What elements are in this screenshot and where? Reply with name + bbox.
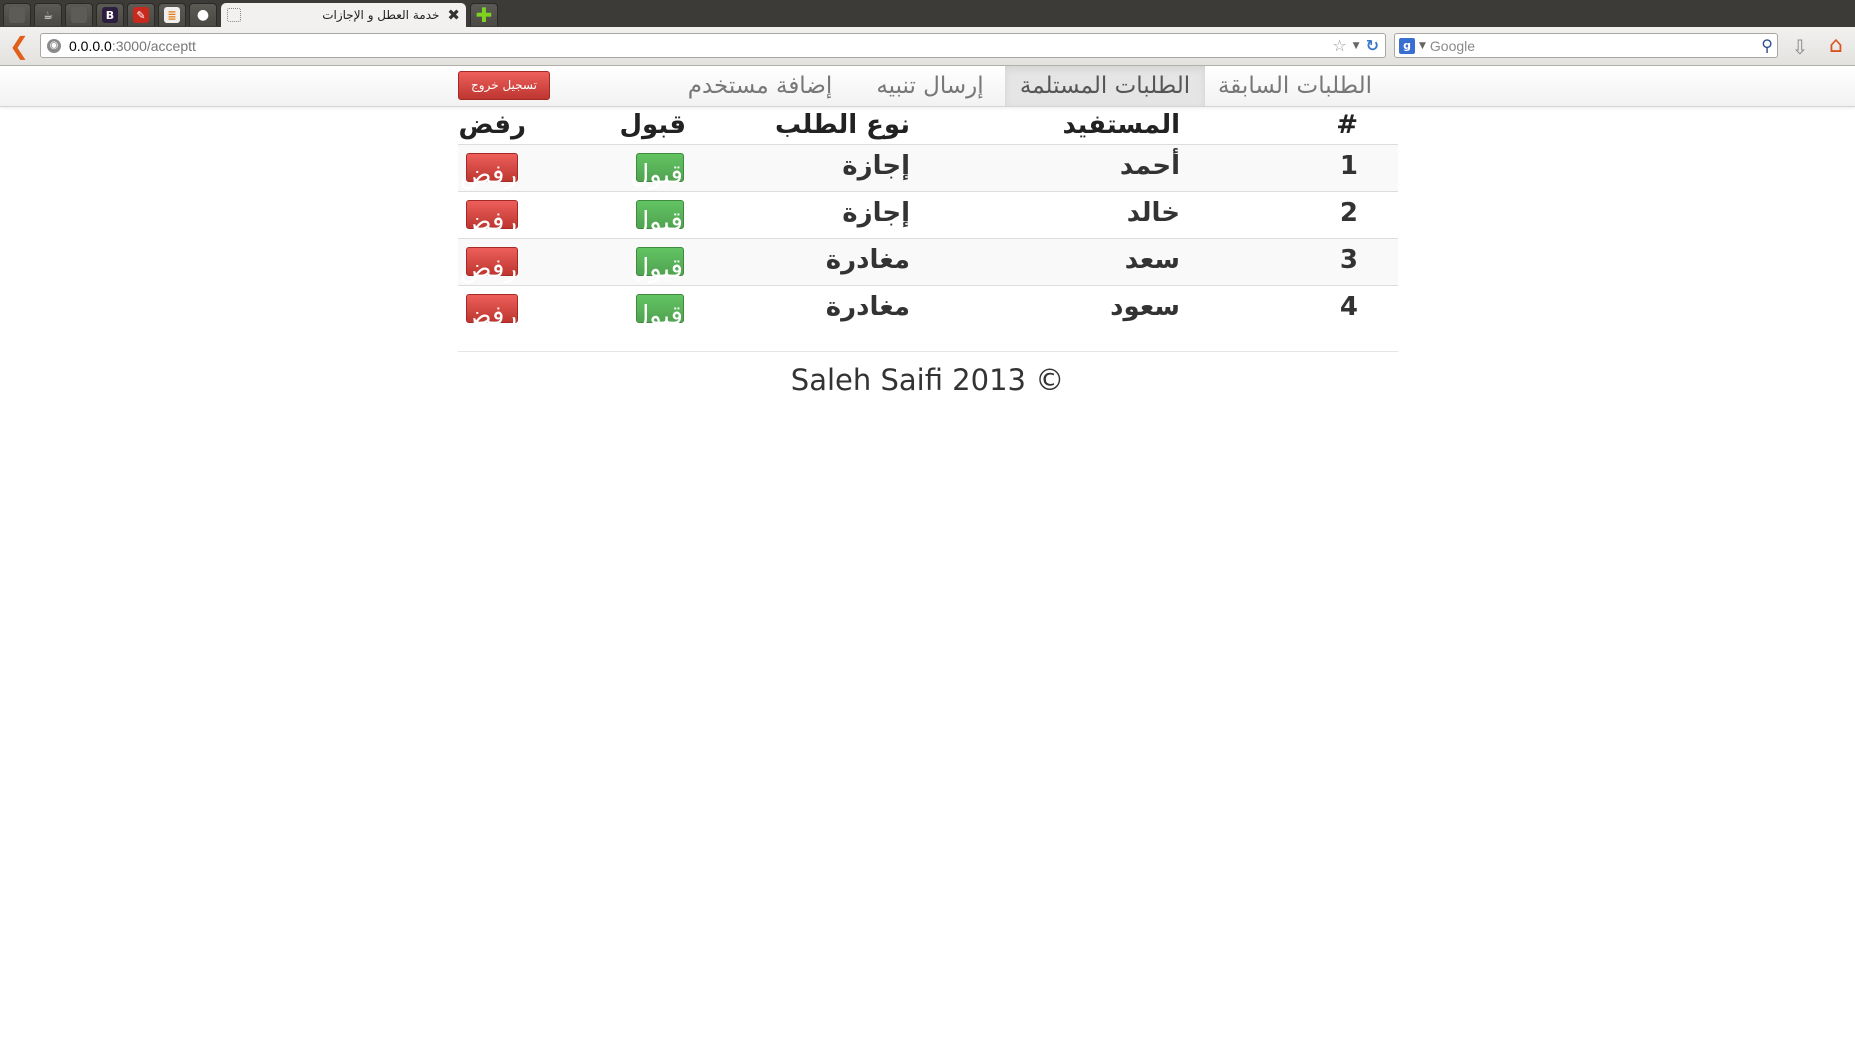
column-header-beneficiary: المستفيد (1062, 110, 1180, 140)
request-type: إجازة (842, 198, 910, 228)
reload-icon[interactable]: ↻ (1366, 36, 1379, 55)
request-type: مغادرة (825, 245, 910, 275)
table-row: 1 أحمد إجازة قبول رفض (458, 144, 1398, 191)
reject-button[interactable]: رفض (460, 200, 518, 237)
chevron-down-icon[interactable]: ▼ (1353, 41, 1360, 51)
browser-toolbar: ❮ ◉ 0.0.0.0:3000/acceptt ☆ ▼ ↻ g ▼ Googl… (0, 27, 1855, 66)
active-tab[interactable]: خدمة العطل و الإجازات ✖ (221, 3, 466, 27)
table-header-row: # المستفيد نوع الطلب قبول رفض (458, 107, 1398, 144)
download-icon[interactable]: ⇩ (1790, 35, 1810, 59)
column-header-accept: قبول (619, 110, 687, 140)
logout-button[interactable]: تسجيل خروج (458, 71, 550, 100)
table-row: 4 سعود مغادرة قبول رفض (458, 285, 1398, 332)
request-type: مغادرة (825, 292, 910, 322)
page-favicon-icon (227, 8, 241, 22)
back-arrow-icon[interactable]: ❮ (6, 32, 32, 60)
home-icon[interactable]: ⌂ (1823, 33, 1849, 59)
accept-button[interactable]: قبول (630, 247, 684, 284)
beneficiary-name: سعود (1110, 292, 1180, 322)
pinned-tab-6[interactable]: ≣ (158, 3, 186, 26)
row-number: 2 (1339, 198, 1358, 228)
rails-icon: ✎ (133, 7, 149, 23)
coffee-icon: ☕ (43, 8, 53, 22)
accept-button[interactable]: قبول (630, 153, 684, 190)
nav-item-received-requests[interactable]: الطلبات المستلمة (1005, 66, 1205, 106)
accept-button[interactable]: قبول (630, 200, 684, 237)
request-type: إجازة (842, 151, 910, 181)
nav-item-send-alert[interactable]: إرسال تنبيه (855, 66, 1005, 106)
browser-tab-strip: ☕ B ✎ ≣ ● خدمة العطل و الإجازات ✖ ✚ (0, 0, 1855, 27)
reject-button[interactable]: رفض (460, 247, 518, 284)
bookmark-star-icon[interactable]: ☆ (1332, 36, 1346, 55)
reject-button[interactable]: رفض (460, 153, 518, 190)
pinned-tab-3[interactable] (65, 3, 93, 26)
beneficiary-name: سعد (1124, 245, 1180, 275)
close-icon[interactable]: ✖ (447, 7, 460, 23)
reject-button[interactable]: رفض (460, 294, 518, 331)
pinned-tab-2[interactable]: ☕ (34, 3, 62, 26)
beneficiary-name: خالد (1126, 198, 1180, 228)
pinned-tab-1[interactable] (3, 3, 31, 26)
pinned-tab-7[interactable]: ● (189, 3, 217, 26)
nav-item-add-user[interactable]: إضافة مستخدم (665, 66, 855, 106)
pinned-tab-4[interactable]: B (96, 3, 124, 26)
url-text[interactable]: 0.0.0.0:3000/acceptt (69, 38, 1332, 54)
footer-divider (458, 351, 1398, 352)
beneficiary-name: أحمد (1119, 151, 1180, 181)
globe-icon: ◉ (47, 38, 61, 53)
google-icon[interactable]: g (1399, 37, 1415, 54)
search-input[interactable]: Google (1430, 38, 1761, 54)
column-header-type: نوع الطلب (774, 110, 910, 140)
nav-item-previous-requests[interactable]: الطلبات السابقة (1205, 66, 1385, 106)
new-tab-button[interactable]: ✚ (470, 3, 498, 26)
search-bar[interactable]: g ▼ Google ⚲ (1394, 33, 1778, 58)
stack-icon: ≣ (164, 7, 180, 23)
url-host: 0.0.0.0 (69, 37, 112, 54)
accept-button[interactable]: قبول (630, 294, 684, 331)
search-icon[interactable]: ⚲ (1761, 36, 1773, 55)
column-header-reject: رفض (458, 110, 526, 140)
address-bar[interactable]: ◉ 0.0.0.0:3000/acceptt ☆ ▼ ↻ (40, 33, 1386, 58)
blank-tab-icon (71, 7, 87, 23)
github-icon: ● (196, 7, 210, 23)
requests-table: # المستفيد نوع الطلب قبول رفض 1 أحمد إجا… (458, 107, 1398, 332)
plus-icon: ✚ (475, 3, 493, 27)
top-navbar: الطلبات السابقة الطلبات المستلمة إرسال ت… (0, 66, 1855, 107)
blank-tab-icon (9, 7, 25, 23)
tab-title: خدمة العطل و الإجازات (322, 8, 440, 22)
column-header-num: # (1336, 110, 1358, 140)
table-row: 3 سعد مغادرة قبول رفض (458, 238, 1398, 285)
row-number: 3 (1339, 245, 1358, 275)
url-path: :3000/acceptt (111, 37, 196, 54)
table-row: 2 خالد إجازة قبول رفض (458, 191, 1398, 238)
chevron-down-icon[interactable]: ▼ (1419, 41, 1426, 51)
row-number: 1 (1339, 151, 1358, 181)
pinned-tab-5[interactable]: ✎ (127, 3, 155, 26)
footer-copyright: Saleh Saifi 2013 © (790, 363, 1065, 397)
bootstrap-icon: B (102, 7, 118, 23)
row-number: 4 (1339, 292, 1358, 322)
